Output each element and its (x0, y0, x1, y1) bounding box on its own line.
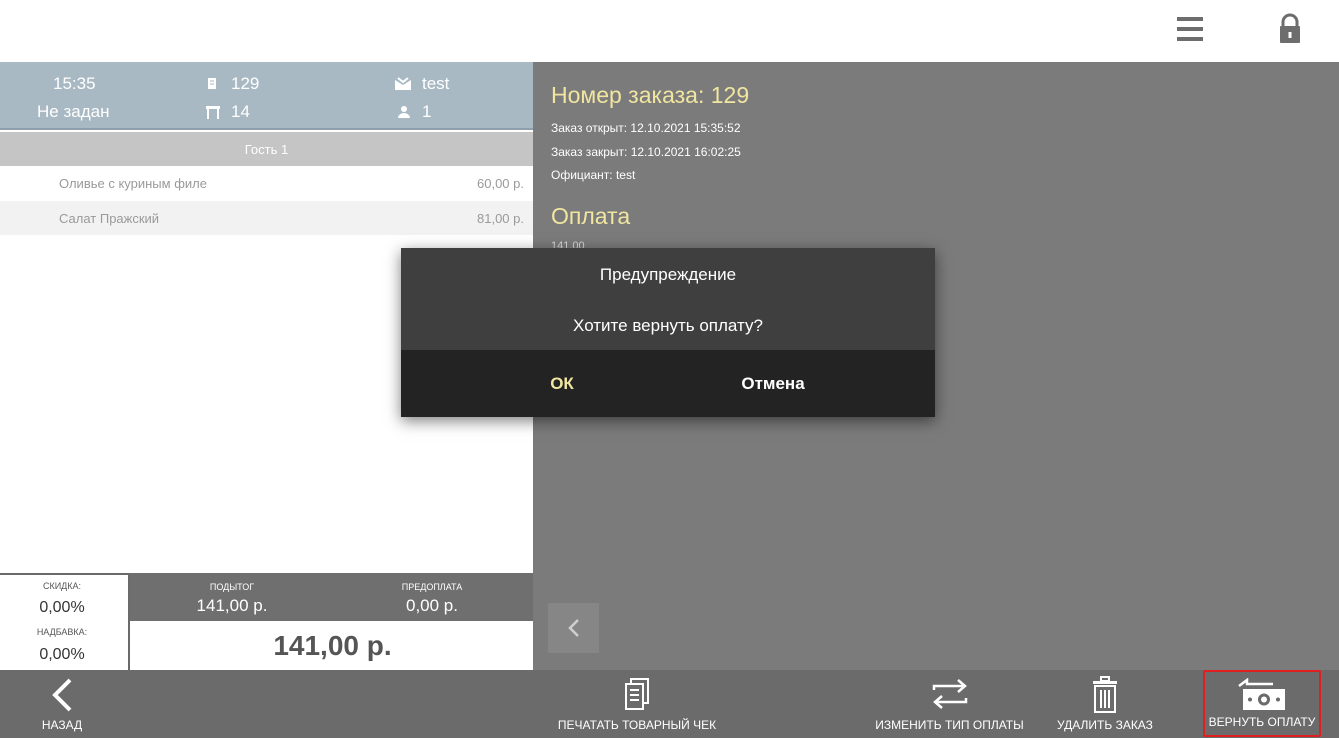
table-number: 14 (205, 102, 250, 122)
order-waiter: Официант: test (551, 168, 636, 182)
guests-value: 1 (422, 102, 432, 121)
subtotal-value: 141,00 р. (196, 596, 268, 615)
dialog-message: Хотите вернуть оплату? (573, 316, 763, 335)
lock-icon[interactable] (1274, 12, 1306, 46)
item-name: Оливье с куриным филе (59, 175, 207, 191)
guest-tab-label: Гость 1 (244, 141, 289, 157)
trash-icon (1093, 676, 1117, 713)
change-payment-type-button[interactable]: ИЗМЕНИТЬ ТИП ОПЛАТЫ (872, 670, 1027, 738)
item-name: Салат Пражский (59, 210, 160, 226)
ok-button[interactable]: ОК (511, 350, 613, 417)
refund-payment-label: ВЕРНУТЬ ОПЛАТУ (1208, 715, 1316, 729)
discount-label: СКИДКА: (42, 581, 82, 591)
discount-value[interactable]: 0,00% (0, 599, 124, 617)
grand-total: 141,00 р. (132, 622, 533, 670)
table-icon (205, 104, 221, 120)
warning-dialog: Предупреждение Хотите вернуть оплату? ОК… (401, 248, 935, 417)
item-price: 60,00 р. (477, 175, 524, 191)
delete-order-label: УДАЛИТЬ ЗАКАЗ (1057, 718, 1153, 732)
dialog-button-row: ОК Отмена (401, 350, 935, 417)
chevron-left-icon (52, 678, 72, 712)
order-title: Номер заказа: 129 (551, 82, 750, 108)
order-info-header: 15:35 129 test Не задан 14 1 (0, 62, 533, 130)
receipt-print-icon (625, 678, 649, 710)
back-button[interactable]: НАЗАД (22, 670, 102, 738)
print-receipt-label: ПЕЧАТАТЬ ТОВАРНЫЙ ЧЕК (557, 718, 717, 732)
list-item[interactable]: Оливье с куриным филе 60,00 р. (0, 166, 533, 200)
cancel-button[interactable]: Отмена (713, 350, 833, 417)
print-receipt-button[interactable]: ПЕЧАТАТЬ ТОВАРНЫЙ ЧЕК (557, 670, 717, 738)
person-icon (396, 104, 412, 120)
delete-order-button[interactable]: УДАЛИТЬ ЗАКАЗ (1055, 670, 1155, 738)
subtotal-label: ПОДЫТОГ (209, 582, 255, 592)
top-bar (0, 0, 1339, 62)
back-label: НАЗАД (41, 718, 83, 732)
waiter-icon (394, 76, 412, 92)
markup-label: НАДБАВКА: (36, 627, 88, 637)
subtotal-box: ПОДЫТОГ 141,00 р. ПРЕДОПЛАТА 0,00 р. (130, 573, 533, 621)
guests-count: 1 (396, 102, 431, 122)
table-number-value: 14 (231, 102, 250, 121)
order-time-value: 15:35 (53, 74, 96, 93)
order-number: 129 (205, 74, 259, 94)
table-status: Не задан (37, 102, 109, 122)
markup-value[interactable]: 0,00% (0, 646, 124, 664)
prepayment-value: 0,00 р. (406, 596, 458, 615)
cash-refund-icon (1238, 678, 1285, 710)
refund-payment-button[interactable]: ВЕРНУТЬ ОПЛАТУ (1203, 670, 1321, 737)
list-item[interactable]: Салат Пражский 81,00 р. (0, 201, 533, 235)
order-closed: Заказ закрыт: 12.10.2021 16:02:25 (551, 145, 741, 159)
order-number-value: 129 (231, 74, 260, 93)
table-status-value: Не задан (37, 102, 110, 121)
order-time: 15:35 (53, 74, 96, 94)
order-opened: Заказ открыт: 12.10.2021 15:35:52 (551, 121, 741, 135)
receipt-icon (205, 76, 221, 92)
prepayment-label: ПРЕДОПЛАТА (401, 582, 463, 592)
item-price: 81,00 р. (477, 210, 524, 226)
hamburger-menu-icon[interactable] (1172, 12, 1208, 46)
swap-arrows-icon (932, 679, 967, 709)
payment-title: Оплата (551, 203, 631, 229)
dialog-title: Предупреждение (599, 265, 737, 284)
discount-markup-box: СКИДКА: 0,00% НАДБАВКА: 0,00% (0, 573, 130, 670)
waiter-value: test (422, 74, 450, 93)
change-payment-type-label: ИЗМЕНИТЬ ТИП ОПЛАТЫ (875, 718, 1024, 732)
guest-tab[interactable]: Гость 1 (0, 132, 533, 166)
waiter-info: test (394, 74, 449, 94)
chevron-left-icon[interactable] (548, 603, 599, 653)
bottom-toolbar: НАЗАД ПЕЧАТАТЬ ТОВАРНЫЙ ЧЕК ИЗМЕНИТЬ ТИП… (0, 670, 1339, 738)
app-root: 15:35 129 test Не задан 14 1 Гость 1 Оли… (0, 0, 1339, 738)
